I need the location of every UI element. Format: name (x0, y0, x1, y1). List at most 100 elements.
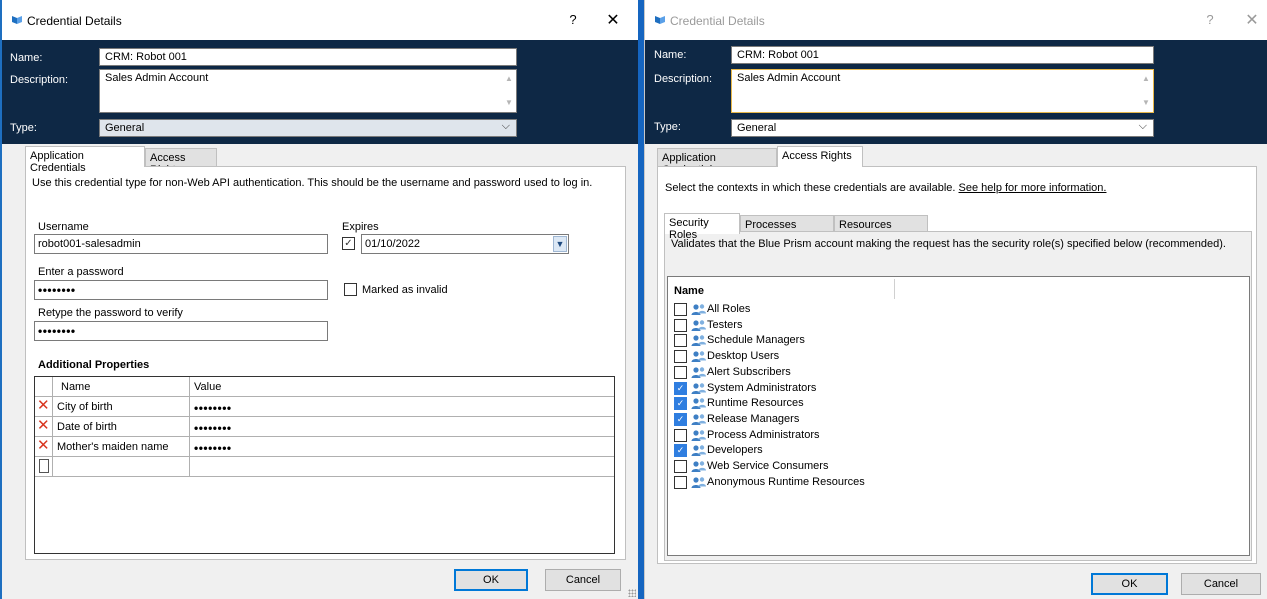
role-checkbox[interactable] (674, 475, 687, 489)
tab-access-rights[interactable]: Access Rights (145, 148, 217, 176)
access-rights-panel: Select the contexts in which these crede… (657, 166, 1257, 564)
scroll-up-icon[interactable]: ▲ (1141, 74, 1151, 84)
row-value[interactable]: •••••••• (190, 417, 614, 437)
role-checkbox[interactable] (674, 318, 687, 332)
role-checkbox[interactable] (674, 365, 687, 379)
header-band: Name: CRM: Robot 001 Description: Sales … (2, 40, 638, 144)
role-checkbox[interactable]: ✓ (674, 412, 687, 426)
name-label: Name: (654, 49, 687, 61)
name-field[interactable]: CRM: Robot 001 (731, 46, 1154, 64)
role-label: Web Service Consumers (707, 460, 829, 472)
role-label: Desktop Users (707, 350, 780, 363)
credential-details-dialog-right: Credential Details ? ✕ Name: CRM: Robot … (644, 0, 1267, 599)
role-checkbox[interactable] (674, 460, 687, 473)
type-select-value: General (737, 122, 777, 134)
name-label: Name: (10, 52, 43, 64)
help-button[interactable]: ? (1201, 12, 1219, 27)
chevron-down-icon: ⌵ (501, 120, 510, 132)
role-label: Release Managers (707, 412, 800, 425)
description-label: Description: (654, 73, 713, 85)
main-tabs: Application Credentials Access Rights (25, 146, 325, 176)
row-value[interactable]: •••••••• (190, 437, 614, 457)
role-checkbox[interactable] (674, 428, 687, 442)
role-label: System Administrators (707, 381, 817, 394)
resize-grip-icon[interactable] (628, 589, 636, 597)
people-icon (691, 351, 706, 363)
window-title: Credential Details (670, 14, 765, 28)
role-label: Alert Subscribers (707, 365, 791, 378)
row-name[interactable]: Mother's maiden name (53, 437, 190, 457)
delete-row-icon[interactable]: ✕ (37, 398, 51, 414)
delete-row-icon[interactable]: ✕ (37, 418, 51, 434)
tab-access-rights[interactable]: Access Rights (777, 146, 863, 167)
close-button[interactable]: ✕ (604, 10, 622, 30)
role-label: Process Administrators (707, 428, 820, 441)
access-intro-text: Select the contexts in which these crede… (665, 182, 1106, 194)
list-header-name: Name (674, 285, 704, 297)
role-checkbox[interactable] (674, 350, 687, 364)
access-intro-sentence: Select the contexts in which these crede… (665, 182, 956, 194)
role-checkbox[interactable] (674, 303, 687, 316)
password-input[interactable]: •••••••• (34, 280, 328, 300)
delete-row-icon[interactable]: ✕ (37, 438, 51, 454)
scroll-up-icon[interactable]: ▲ (504, 74, 514, 84)
type-select[interactable]: General ⌵ (731, 119, 1154, 137)
application-credentials-panel: Use this credential type for non-Web API… (25, 166, 626, 560)
people-icon (691, 476, 706, 488)
row-name[interactable]: City of birth (53, 397, 190, 417)
name-field[interactable]: CRM: Robot 001 (99, 48, 517, 66)
role-checkbox[interactable]: ✓ (674, 444, 687, 458)
description-scrollbar[interactable]: ▲ ▼ (504, 72, 514, 110)
grid-header: Name Value (35, 377, 614, 397)
expires-date-picker[interactable]: 01/10/2022 ▼ (361, 234, 569, 254)
tab-application-credentials[interactable]: Application Credentials (657, 148, 777, 176)
role-checkbox[interactable] (674, 334, 687, 348)
type-select-value: General (105, 122, 145, 134)
grid-header-name: Name (53, 377, 190, 397)
calendar-dropdown-icon[interactable]: ▼ (553, 236, 567, 252)
credential-details-dialog-left: Credential Details ? ✕ Name: CRM: Robot … (0, 0, 640, 599)
new-row[interactable] (35, 457, 614, 477)
type-label: Type: (654, 121, 681, 133)
list-header-divider (894, 279, 895, 299)
cancel-button[interactable]: Cancel (1181, 573, 1261, 595)
close-button[interactable]: ✕ (1243, 10, 1261, 30)
role-label: All Roles (707, 303, 751, 315)
expires-checkbox[interactable]: ✓ (342, 237, 355, 250)
cancel-button[interactable]: Cancel (545, 569, 621, 591)
password-label: Enter a password (38, 266, 124, 278)
type-select[interactable]: General ⌵ (99, 119, 517, 137)
scroll-down-icon[interactable]: ▼ (1141, 98, 1151, 108)
tab-security-roles[interactable]: Security Roles (664, 213, 740, 241)
people-icon (691, 461, 706, 472)
new-row-value-cell[interactable] (190, 457, 614, 477)
ok-button[interactable]: OK (1091, 573, 1168, 595)
description-field[interactable]: Sales Admin Account ▲ ▼ (99, 69, 517, 113)
role-label: Developers (707, 444, 763, 457)
role-checkbox[interactable]: ✓ (674, 381, 687, 395)
description-field[interactable]: Sales Admin Account ▲ ▼ (731, 69, 1154, 113)
role-checkbox[interactable]: ✓ (674, 397, 687, 411)
retype-password-input[interactable]: •••••••• (34, 321, 328, 341)
help-button[interactable]: ? (564, 12, 582, 27)
grid-header-value: Value (194, 381, 222, 393)
description-scrollbar[interactable]: ▲ ▼ (1141, 72, 1151, 110)
new-row-name-cell[interactable] (53, 457, 190, 477)
marked-invalid-checkbox[interactable] (344, 283, 357, 296)
help-link[interactable]: See help for more information. (959, 182, 1107, 194)
additional-properties-label: Additional Properties (38, 359, 150, 371)
tab-application-credentials[interactable]: Application Credentials (25, 146, 145, 174)
people-icon (691, 304, 706, 315)
chevron-down-icon: ⌵ (1138, 120, 1147, 132)
table-row[interactable]: ✕ Mother's maiden name •••••••• (35, 437, 614, 457)
username-input[interactable]: robot001-salesadmin (34, 234, 328, 254)
table-row[interactable]: ✕ Date of birth •••••••• (35, 417, 614, 437)
username-label: Username (38, 221, 89, 233)
row-name[interactable]: Date of birth (53, 417, 190, 437)
scroll-down-icon[interactable]: ▼ (504, 98, 514, 108)
ok-button[interactable]: OK (454, 569, 528, 591)
row-value[interactable]: •••••••• (190, 397, 614, 417)
table-row[interactable]: ✕ City of birth •••••••• (35, 397, 614, 417)
marked-invalid-label: Marked as invalid (362, 284, 448, 296)
roles-intro-text: Validates that the Blue Prism account ma… (671, 238, 1226, 250)
